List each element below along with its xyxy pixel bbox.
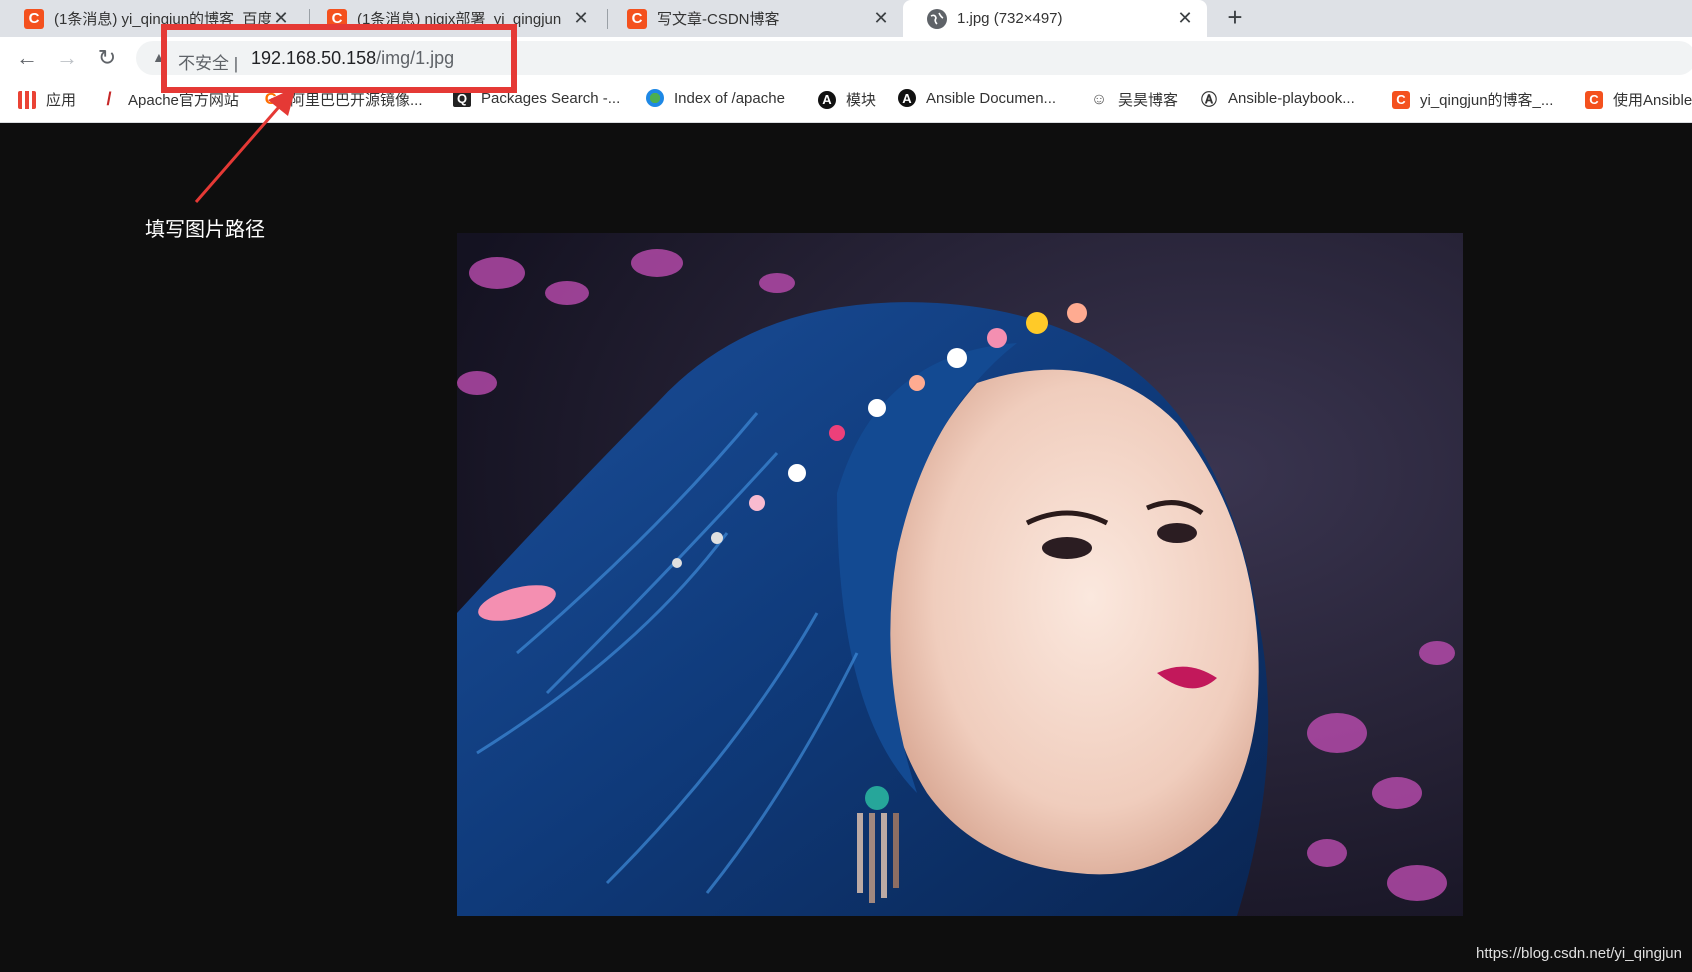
bookmark-label: 模块 (846, 92, 877, 109)
watermark: https://blog.csdn.net/yi_qingjun (1476, 945, 1682, 962)
displayed-image[interactable] (457, 233, 1463, 916)
globe-icon (927, 8, 947, 29)
ansible-icon: A (818, 90, 836, 109)
ansible-outline-icon: Ⓐ (1200, 92, 1217, 109)
bookmark-label: Index of /apache (674, 89, 785, 107)
blog-icon: ☺ (1090, 90, 1108, 108)
bookmark-wuhao-blog[interactable]: ☺ 吴昊博客 (1090, 89, 1178, 110)
new-tab-button[interactable]: + (1219, 2, 1251, 34)
close-icon[interactable]: ✕ (571, 8, 591, 29)
bookmark-label: yi_qingjun的博客_... (1420, 92, 1554, 109)
bookmark-label: 使用Ansible (1613, 92, 1692, 109)
apache-feather-icon: / (106, 89, 112, 109)
tab-write-article[interactable]: C 写文章-CSDN博客 ✕ (603, 0, 903, 37)
close-icon[interactable]: ✕ (871, 8, 891, 29)
csdn-icon: C (1392, 90, 1410, 109)
csdn-icon: C (627, 8, 647, 29)
reload-button[interactable]: ↻ (92, 43, 122, 73)
bookmark-index-apache[interactable]: Index of /apache (646, 89, 785, 107)
bookmark-label: Ansible Documen... (926, 89, 1057, 107)
close-icon[interactable]: ✕ (1175, 8, 1195, 29)
bookmark-label: 应用 (46, 92, 77, 109)
csdn-icon: C (1585, 90, 1603, 109)
bookmark-ansible-playbook[interactable]: Ⓐ Ansible-playbook... (1200, 89, 1355, 110)
tab-title: 写文章-CSDN博客 (657, 11, 780, 28)
bookmark-label: 吴昊博客 (1118, 92, 1179, 109)
bookmark-label: Ansible-playbook... (1228, 89, 1355, 107)
bookmark-modules[interactable]: A 模块 (818, 89, 876, 110)
bookmark-apps[interactable]: 应用 (18, 89, 76, 110)
bookmark-ansible-docs[interactable]: A Ansible Documen... (898, 89, 1056, 107)
annotation-text: 填写图片路径 (145, 217, 265, 241)
back-button[interactable]: ← (12, 43, 42, 73)
portrait-photo (457, 233, 1463, 916)
page-viewport: 填写图片路径 https://blog.csdn.net/yi_qingjun (0, 123, 1692, 972)
ansible-icon: A (898, 89, 916, 107)
bookmark-use-ansible[interactable]: C 使用Ansible (1585, 89, 1692, 110)
apps-grid-icon (18, 90, 36, 109)
bookmark-yiqingjun-blog[interactable]: Cyi_qingjun的博客_... (1392, 89, 1553, 110)
forward-button[interactable]: → (52, 43, 82, 73)
csdn-icon: C (24, 8, 44, 29)
tab-title: 1.jpg (732×497) (957, 10, 1063, 27)
aliyun-icon: G (264, 90, 278, 108)
annotation-highlight-box (161, 24, 517, 93)
tab-image-active[interactable]: 1.jpg (732×497) ✕ (903, 0, 1207, 37)
globe-icon (646, 89, 664, 107)
